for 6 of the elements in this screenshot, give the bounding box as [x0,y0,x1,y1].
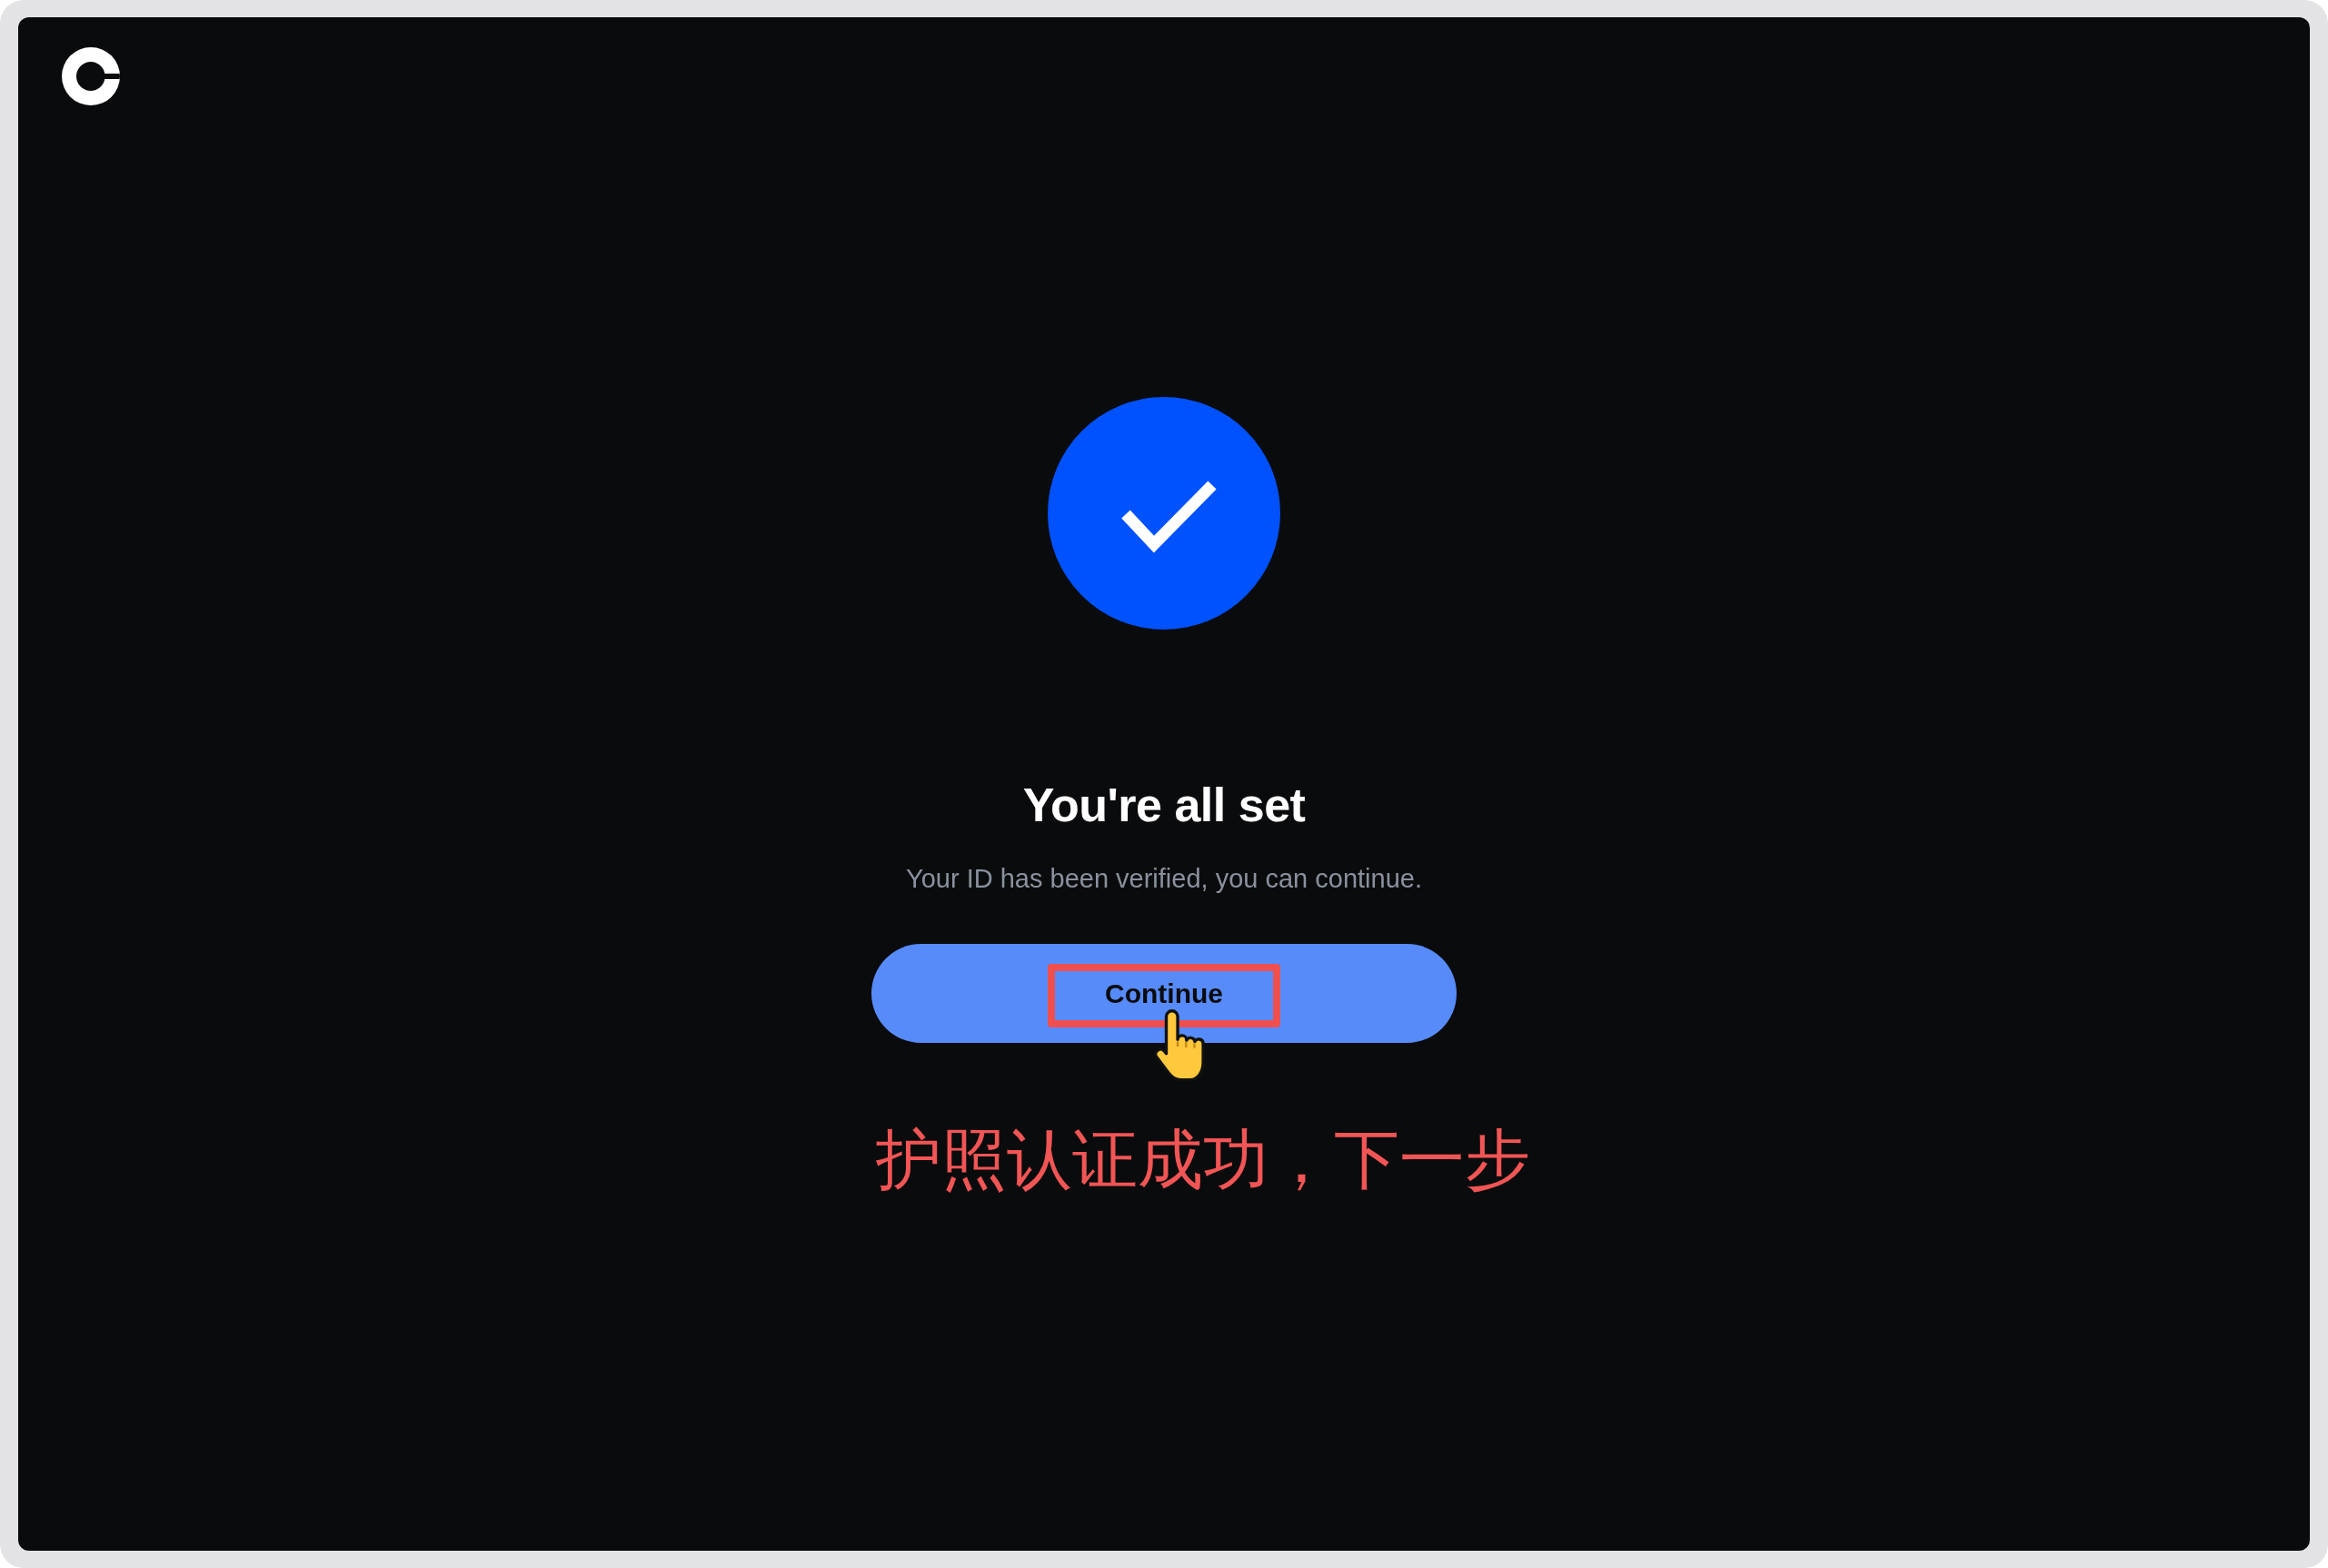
continue-button[interactable]: Continue [871,944,1457,1044]
annotation-caption: 护照认证成功，下一步 [876,1126,1530,1193]
status-message: Your ID has been verified, you can continue. [906,863,1422,896]
page-title: You're all set [1022,778,1306,833]
logo-icon [62,47,120,105]
check-circle-icon [1048,397,1280,630]
